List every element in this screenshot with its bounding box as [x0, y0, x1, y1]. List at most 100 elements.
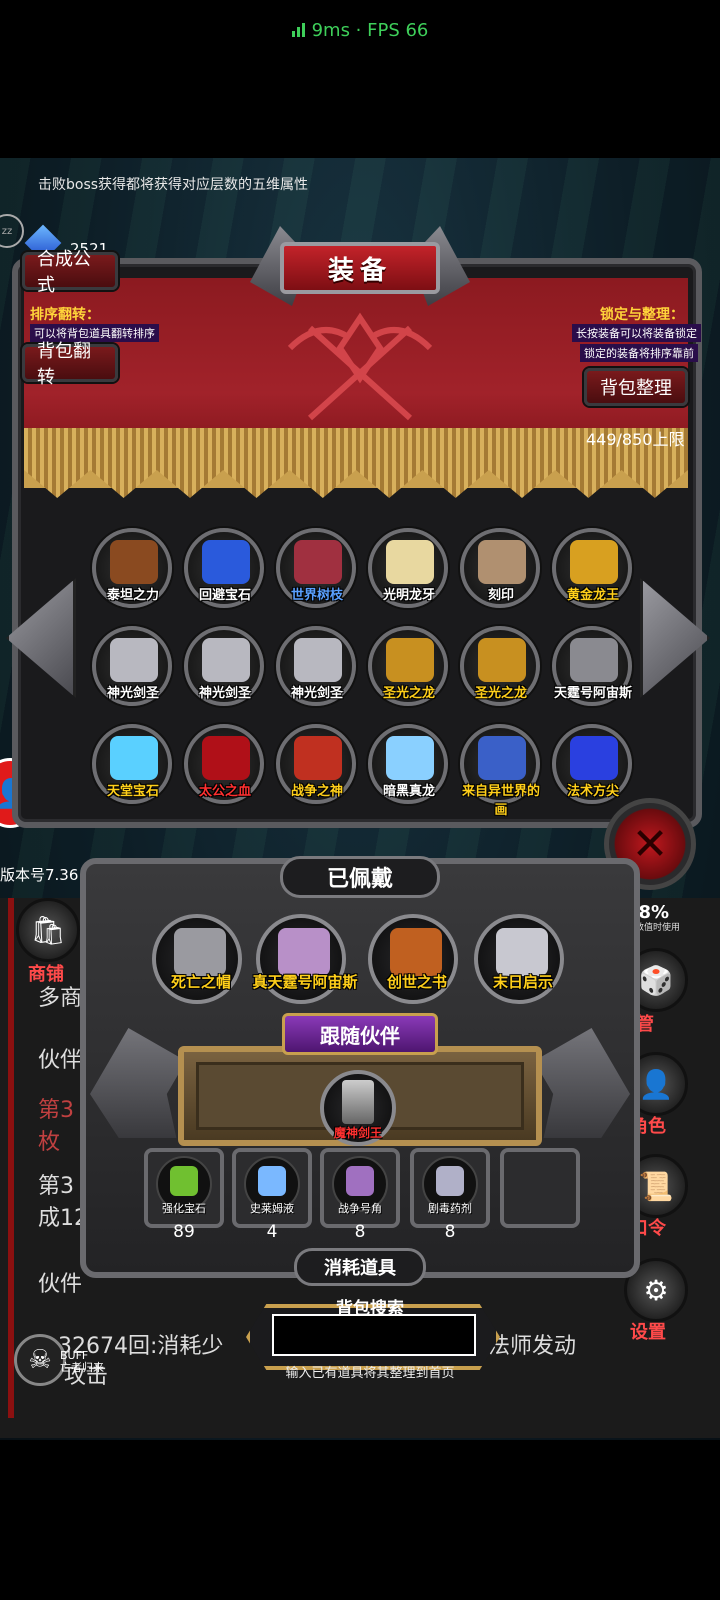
game-viewport: 击败boss获得都将获得对应层数的五维属性 zz 2521 版本号7.36 🛍 … [0, 158, 720, 1440]
log-line: 第3 [38, 1174, 74, 1199]
inventory-slot[interactable]: 暗黑真龙 [368, 724, 448, 804]
equipped-slot[interactable]: 真天霆号阿宙斯 [252, 914, 358, 1004]
log-line: 伙伴 [38, 1048, 83, 1073]
equipped-name: 死亡之帽 [170, 973, 231, 991]
consumable-count: 8 [354, 1222, 366, 1242]
inventory-slot[interactable]: 圣光之龙 [460, 626, 540, 706]
inventory-slot[interactable]: 神光剑圣 [184, 626, 264, 706]
consumable-empty-slot[interactable] [500, 1148, 580, 1228]
inventory-slot[interactable]: 世界树枝 [276, 528, 356, 608]
item-name: 光明龙牙 [382, 588, 435, 603]
inventory-slot[interactable]: 回避宝石 [184, 528, 264, 608]
item-art [202, 638, 250, 682]
consumable-art [170, 1166, 198, 1196]
consumable-name: 强化宝石 [162, 1202, 206, 1215]
item-name: 黄金龙王 [566, 588, 619, 603]
item-art [478, 638, 526, 682]
equipped-name: 真天霆号阿宙斯 [252, 973, 358, 991]
item-name: 圣光之龙 [382, 686, 435, 701]
equipped-name: 末日启示 [492, 973, 553, 991]
lock-note-1: 长按装备可以将装备锁定 [572, 324, 701, 342]
skull-icon[interactable]: ☠ [14, 1334, 66, 1386]
side-label-settings[interactable]: 设置 [630, 1318, 666, 1344]
flip-button[interactable]: 背包翻转 [22, 341, 118, 388]
log-line: 法师发动 [488, 1334, 577, 1359]
sort-flip-label: 排序翻转： [30, 307, 100, 323]
consumable-count: 89 [173, 1222, 195, 1242]
capacity-text: 449/850上限 [586, 430, 685, 449]
equipped-slot[interactable]: 末日启示 [474, 914, 564, 1004]
equipped-slot[interactable]: 死亡之帽 [152, 914, 242, 1004]
inventory-slot[interactable]: 来自异世界的画 [460, 724, 540, 818]
item-art [386, 540, 434, 584]
notice-text: 击败boss获得都将获得对应层数的五维属性 [38, 177, 309, 193]
title-plate: 装备 [250, 226, 470, 310]
item-name: 天霆号阿宙斯 [553, 686, 632, 701]
item-art [202, 736, 250, 780]
inventory-slot[interactable]: 神光剑圣 [276, 626, 356, 706]
search-hint: 输入已有道具将其整理到首页 [285, 1366, 455, 1381]
consumable-name: 剧毒药剂 [428, 1202, 472, 1215]
item-art [110, 736, 158, 780]
inventory-slot[interactable]: 黄金龙王 [552, 528, 632, 608]
item-art [110, 638, 158, 682]
consumable-art [436, 1166, 464, 1196]
fps-text: 9ms · FPS 66 [311, 20, 429, 41]
consumable-slot[interactable]: 强化宝石 [144, 1148, 224, 1228]
consumable-art [258, 1166, 286, 1196]
consumable-slot[interactable]: 剧毒药剂 [410, 1148, 490, 1228]
item-name: 神光剑圣 [106, 686, 159, 701]
equipped-art [174, 928, 226, 976]
item-name: 圣光之龙 [474, 686, 527, 701]
item-name: 世界树枝 [290, 588, 343, 603]
item-art [570, 540, 618, 584]
item-name: 来自异世界的画 [461, 784, 540, 818]
inventory-slot[interactable]: 刻印 [460, 528, 540, 608]
item-art [386, 736, 434, 780]
log-panel-border [8, 898, 14, 1418]
formula-button[interactable]: 合成公式 [22, 249, 118, 296]
equipped-title: 已佩戴 [280, 856, 440, 898]
consumable-slot[interactable]: 史莱姆液 [232, 1148, 312, 1228]
log-line: 伙件 [38, 1272, 83, 1297]
buff-text: BUFF 亡者归来 [60, 1349, 104, 1374]
consumable-art [346, 1166, 374, 1196]
log-line: 枚 [38, 1130, 61, 1155]
consumable-slot[interactable]: 战争号角 [320, 1148, 400, 1228]
item-art [294, 540, 342, 584]
crossed-swords-emblem [287, 312, 433, 421]
item-art [202, 540, 250, 584]
item-name: 神光剑圣 [198, 686, 251, 701]
shop-icon[interactable]: 🛍 [16, 898, 80, 962]
inventory-slot[interactable]: 泰坦之力 [92, 528, 172, 608]
companion-name: 魔神剑王 [333, 1126, 382, 1140]
companion-slot[interactable]: 魔神剑王 [320, 1070, 396, 1146]
consumable-count: 8 [444, 1222, 456, 1242]
item-art [294, 638, 342, 682]
inventory-slot[interactable]: 圣光之龙 [368, 626, 448, 706]
equipped-art [278, 928, 330, 976]
item-art [570, 736, 618, 780]
item-art [478, 540, 526, 584]
inventory-slot[interactable]: 神光剑圣 [92, 626, 172, 706]
item-name: 战争之神 [290, 784, 343, 799]
inventory-slot[interactable]: 战争之神 [276, 724, 356, 804]
companion-art [342, 1080, 374, 1124]
version-text: 版本号7.36 [0, 866, 79, 884]
inventory-slot[interactable]: 法术方尖 [552, 724, 632, 804]
signal-icon [291, 21, 308, 42]
inventory-slot[interactable]: 太公之血 [184, 724, 264, 804]
organize-button[interactable]: 背包整理 [584, 368, 688, 406]
inventory-slot[interactable]: 天霆号阿宙斯 [552, 626, 632, 706]
inventory-slot[interactable]: 天堂宝石 [92, 724, 172, 804]
search-input[interactable] [272, 1314, 476, 1356]
status-bar: 9ms · FPS 66 [0, 20, 720, 42]
equipped-art [496, 928, 548, 976]
consumables-title: 消耗道具 [294, 1248, 426, 1286]
lock-note-2: 锁定的装备将排序靠前 [580, 344, 698, 362]
equipped-slot[interactable]: 创世之书 [368, 914, 458, 1004]
log-line: 多商 [38, 986, 83, 1011]
log-line: 第3 [38, 1098, 74, 1123]
consumable-count: 4 [266, 1222, 278, 1242]
inventory-slot[interactable]: 光明龙牙 [368, 528, 448, 608]
